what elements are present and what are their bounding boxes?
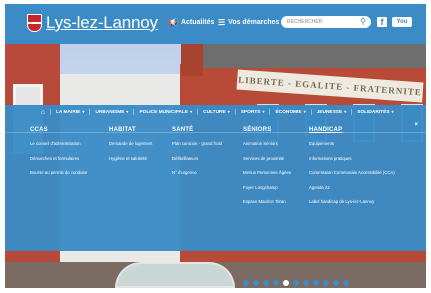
menu-column-title[interactable]: SANTÉ <box>172 127 222 133</box>
page-frame: Lys-lez-Lannoy 📢 Actualités ☰ Vos démarc… <box>5 4 426 288</box>
search-box: ⚲ <box>281 16 371 28</box>
menu-link[interactable]: Services de proximité <box>243 156 291 161</box>
menu-link[interactable]: N° d'urgence <box>172 170 222 175</box>
nav-item-economie[interactable]: ÉCONOMIE ▾ <box>269 109 310 115</box>
slide-dot[interactable] <box>243 280 249 286</box>
menu-column-handicap: HANDICAP Equipements Informations pratiq… <box>309 127 395 214</box>
demarches-link[interactable]: ☰ Vos démarches <box>218 18 279 27</box>
menu-link[interactable]: Le conseil d'administration <box>30 141 87 146</box>
nav-item-police-municipale[interactable]: POLICE MUNICIPALE ▾ <box>133 109 197 115</box>
slide-dot[interactable] <box>313 280 319 286</box>
menu-column-habitat: HABITAT Demande de logement Hygiène et s… <box>109 127 152 170</box>
facebook-icon[interactable]: f <box>377 17 387 27</box>
fountain <box>115 262 235 288</box>
search-icon[interactable]: ⚲ <box>360 17 366 26</box>
nav-item-la-mairie[interactable]: LA MAIRIE ▾ <box>50 109 89 115</box>
actualites-label: Actualités <box>180 19 215 26</box>
home-icon[interactable]: ⌂ <box>36 109 50 116</box>
chevron-down-icon: ▾ <box>82 109 85 114</box>
menu-column-title[interactable]: HANDICAP <box>309 127 395 133</box>
menu-link[interactable]: Foyer Longchamp <box>243 185 291 190</box>
slide-dot[interactable] <box>333 280 339 286</box>
chevron-down-icon: ▾ <box>391 109 394 114</box>
mega-menu-solidarites: × CCAS Le conseil d'administration Démar… <box>5 119 426 251</box>
menu-link[interactable]: Bourse au permis de conduire <box>30 170 87 175</box>
chimney <box>181 44 203 76</box>
coat-of-arms-icon <box>27 14 42 32</box>
nav-item-urbanisme[interactable]: URBANISME ▾ <box>89 109 133 115</box>
menu-column-seniors: SÉNIORS Animation Séniors Services de pr… <box>243 127 291 214</box>
search-input[interactable] <box>287 19 357 25</box>
menu-link[interactable]: Agenda 22 <box>309 185 395 190</box>
nav-item-culture[interactable]: CULTURE ▾ <box>197 109 235 115</box>
site-header: Lys-lez-Lannoy 📢 Actualités ☰ Vos démarc… <box>5 4 426 44</box>
menu-link[interactable]: Animation Séniors <box>243 141 291 146</box>
menu-link[interactable]: Label handicap de Lys-lez-Lannoy <box>309 199 395 204</box>
logo-text: Lys-lez-Lannoy <box>46 13 158 32</box>
chevron-down-icon: ▾ <box>262 109 265 114</box>
slide-dot[interactable] <box>303 280 309 286</box>
megaphone-icon: 📢 <box>168 18 178 27</box>
menu-lines-icon: ☰ <box>218 18 226 27</box>
menu-column-title[interactable]: CCAS <box>30 127 87 133</box>
nav-item-solidarites[interactable]: SOLIDARITÉS ▾ <box>351 109 398 115</box>
chevron-down-icon: ▾ <box>126 109 129 114</box>
slide-dot[interactable] <box>253 280 259 286</box>
close-icon[interactable]: × <box>414 122 418 128</box>
menu-column-title[interactable]: SÉNIORS <box>243 127 291 133</box>
menu-link[interactable]: Equipements <box>309 141 395 146</box>
actualites-link[interactable]: 📢 Actualités <box>168 18 214 27</box>
chevron-down-icon: ▾ <box>344 109 347 114</box>
chevron-down-icon: ▾ <box>190 109 193 114</box>
slide-dot[interactable] <box>283 280 289 286</box>
menu-link[interactable]: Démarches et formulaires <box>30 156 87 161</box>
menu-link[interactable]: Plan canicule - grand froid <box>172 141 222 146</box>
building-roof <box>195 44 426 68</box>
menu-link[interactable]: Commission Communale Accessibilité (CCA) <box>309 170 395 175</box>
menu-link[interactable]: Menus Personnes Âgées <box>243 170 291 175</box>
menu-link[interactable]: Espace Maurice Titran <box>243 199 291 204</box>
menu-link[interactable]: Défibrillateurs <box>172 156 222 161</box>
slide-dot[interactable] <box>263 280 269 286</box>
nav-item-sports[interactable]: SPORTS ▾ <box>234 109 270 115</box>
menu-column-ccas: CCAS Le conseil d'administration Démarch… <box>30 127 87 185</box>
site-logo[interactable]: Lys-lez-Lannoy <box>27 13 158 33</box>
nav-item-jeunesse[interactable]: JEUNESSE ▾ <box>310 109 352 115</box>
menu-column-title[interactable]: HABITAT <box>109 127 152 133</box>
menu-link[interactable]: Hygiène et salubrité <box>109 156 152 161</box>
slide-dot[interactable] <box>343 280 349 286</box>
menu-link[interactable]: Demande de logement <box>109 141 152 146</box>
main-nav: ⌂ LA MAIRIE ▾ URBANISME ▾ POLICE MUNICIPAL… <box>5 105 426 119</box>
chevron-down-icon: ▾ <box>227 109 230 114</box>
menu-column-sante: SANTÉ Plan canicule - grand froid Défibr… <box>172 127 222 185</box>
slide-dot[interactable] <box>323 280 329 286</box>
demarches-label: Vos démarches <box>228 19 280 26</box>
youtube-icon[interactable]: You Tube <box>392 17 412 35</box>
slide-dot[interactable] <box>293 280 299 286</box>
menu-link[interactable]: Informations pratiques <box>309 156 395 161</box>
slide-indicators <box>243 280 349 286</box>
chevron-down-icon: ▾ <box>303 109 306 114</box>
slide-dot[interactable] <box>273 280 279 286</box>
